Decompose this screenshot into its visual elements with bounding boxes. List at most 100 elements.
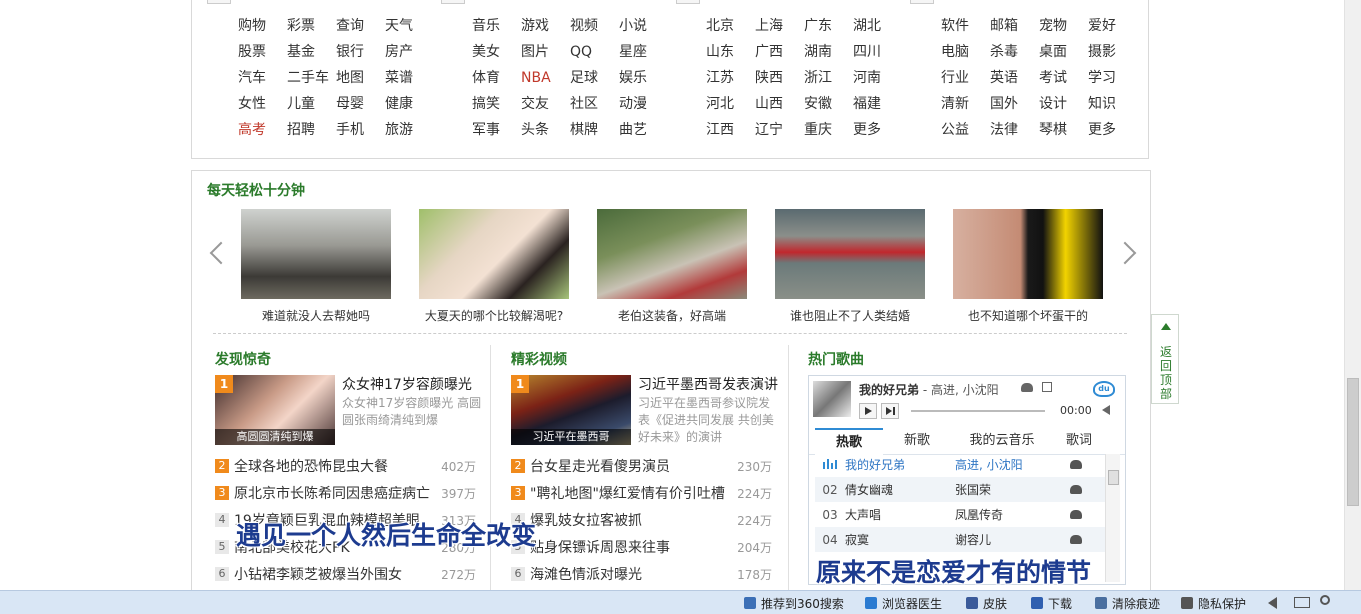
screen-icon[interactable] [1294,597,1310,608]
playlist-scrollbar[interactable] [1105,454,1120,582]
category-link[interactable]: 国外 [990,91,1039,117]
category-link[interactable]: 小说 [619,13,668,39]
rank-title[interactable]: 爆乳妓女拉客被抓 [530,510,732,530]
rank-row[interactable]: 2 台女星走光看傻男演员 230万 [511,453,772,479]
category-link[interactable]: 江西 [706,117,755,143]
category-link[interactable]: 广西 [755,39,804,65]
category-link[interactable]: 陕西 [755,65,804,91]
category-link[interactable]: 摄影 [1088,39,1137,65]
category-link[interactable]: 设计 [1039,91,1088,117]
rank-title[interactable]: 原北京市长陈希同因患癌症病亡 [234,483,436,503]
song-row[interactable]: 03 大声唱 凤凰传奇 [815,502,1105,527]
rank-title[interactable]: 贴身保镖诉周恩来往事 [530,537,732,557]
category-link[interactable]: 福建 [853,91,902,117]
category-link[interactable]: 杀毒 [990,39,1039,65]
category-link[interactable]: 软件 [941,13,990,39]
music-tab[interactable]: 歌词 [1055,428,1103,454]
rank-row[interactable]: 6 小钻裙李颖芝被爆当外围女 272万 [215,561,476,587]
category-link[interactable]: 社区 [570,91,619,117]
clear-traces-button[interactable]: 清除痕迹 [1095,594,1160,612]
scrollbar-thumb[interactable] [1347,378,1359,506]
category-link[interactable]: 江苏 [706,65,755,91]
relax-caption[interactable]: 也不知道哪个坏蛋干的 [943,307,1113,324]
song-artist[interactable]: 谢容儿 [955,531,1070,548]
category-link[interactable]: 动漫 [619,91,668,117]
music-tab[interactable]: 新歌 [885,428,949,454]
skin-button[interactable]: 皮肤 [966,594,1007,612]
category-link[interactable]: 图片 [521,39,570,65]
cloud-icon[interactable] [1070,510,1082,519]
category-link[interactable]: 更多 [1088,117,1137,143]
category-link[interactable]: 儿童 [287,91,336,117]
category-link[interactable]: 查询 [336,13,385,39]
category-link[interactable]: 菜谱 [385,65,434,91]
category-link[interactable]: 足球 [570,65,619,91]
rank-title[interactable]: 全球各地的恐怖昆虫大餐 [234,456,436,476]
progress-track[interactable] [911,410,1045,412]
category-link[interactable]: 知识 [1088,91,1137,117]
category-link[interactable]: 交友 [521,91,570,117]
category-link[interactable]: 高考 [238,117,287,143]
discover-featured-image[interactable]: 1 高圆圆清纯到爆 [215,375,335,445]
category-link[interactable]: 更多 [853,117,902,143]
category-link[interactable]: 曲艺 [619,117,668,143]
category-link[interactable]: 星座 [619,39,668,65]
category-link[interactable]: 地图 [336,65,385,91]
category-link[interactable]: 浙江 [804,65,853,91]
category-link[interactable]: 广东 [804,13,853,39]
rank-row[interactable]: 2 全球各地的恐怖昆虫大餐 402万 [215,453,476,479]
category-link[interactable]: 北京 [706,13,755,39]
rank-row[interactable]: 3 "聘礼地图"爆红爱情有价引吐槽 224万 [511,480,772,506]
category-link[interactable]: 辽宁 [755,117,804,143]
relax-thumbnail[interactable] [597,209,747,299]
category-link[interactable]: 安徽 [804,91,853,117]
song-name[interactable]: 倩女幽魂 [845,481,955,498]
category-link[interactable]: 旅游 [385,117,434,143]
song-name[interactable]: 寂寞 [845,531,955,548]
category-link[interactable]: 考试 [1039,65,1088,91]
category-link[interactable]: 女性 [238,91,287,117]
rank-row[interactable]: 6 海滩色情派对曝光 178万 [511,561,772,587]
relax-caption[interactable]: 大夏天的哪个比较解渴呢? [409,307,579,324]
category-link[interactable]: 琴棋 [1039,117,1088,143]
category-link[interactable]: 二手车 [287,65,336,91]
relax-thumbnail[interactable] [953,209,1103,299]
category-link[interactable]: 英语 [990,65,1039,91]
rank-title[interactable]: 海滩色情派对曝光 [530,564,732,584]
song-name[interactable]: 大声唱 [845,506,955,523]
category-link[interactable]: 音乐 [472,13,521,39]
rank-row[interactable]: 3 原北京市长陈希同因患癌症病亡 397万 [215,480,476,506]
category-link[interactable]: 军事 [472,117,521,143]
category-link[interactable]: 爱好 [1088,13,1137,39]
category-link[interactable]: 湖北 [853,13,902,39]
discover-featured-title[interactable]: 众女神17岁容颜曝光 [342,374,472,394]
category-link[interactable]: 股票 [238,39,287,65]
cloud-icon[interactable] [1070,485,1082,494]
category-link[interactable]: 搞笑 [472,91,521,117]
category-link[interactable]: 房产 [385,39,434,65]
category-link[interactable]: 河南 [853,65,902,91]
category-link[interactable]: 视频 [570,13,619,39]
category-link[interactable]: 公益 [941,117,990,143]
download-button[interactable]: 下载 [1031,594,1072,612]
category-link[interactable]: 彩票 [287,13,336,39]
category-link[interactable]: 电脑 [941,39,990,65]
rank-title[interactable]: "聘礼地图"爆红爱情有价引吐槽 [530,483,732,503]
song-row[interactable]: 04 寂寞 谢容儿 [815,527,1105,552]
category-link[interactable]: 体育 [472,65,521,91]
browser-doctor-button[interactable]: 浏览器医生 [865,594,942,612]
category-link[interactable]: 行业 [941,65,990,91]
next-button[interactable] [881,403,899,419]
category-link[interactable]: 健康 [385,91,434,117]
page-scrollbar[interactable] [1344,0,1361,590]
category-link[interactable]: 招聘 [287,117,336,143]
category-link[interactable]: 游戏 [521,13,570,39]
category-link[interactable]: 河北 [706,91,755,117]
privacy-button[interactable]: 隐私保护 [1181,594,1246,612]
category-link[interactable]: 美女 [472,39,521,65]
song-artist[interactable]: 凤凰传奇 [955,506,1070,523]
recommend-360-button[interactable]: 推荐到360搜索 [744,594,844,612]
videos-featured-image[interactable]: 1 习近平在墨西哥 [511,375,631,445]
category-link[interactable]: 基金 [287,39,336,65]
category-link[interactable]: 棋牌 [570,117,619,143]
